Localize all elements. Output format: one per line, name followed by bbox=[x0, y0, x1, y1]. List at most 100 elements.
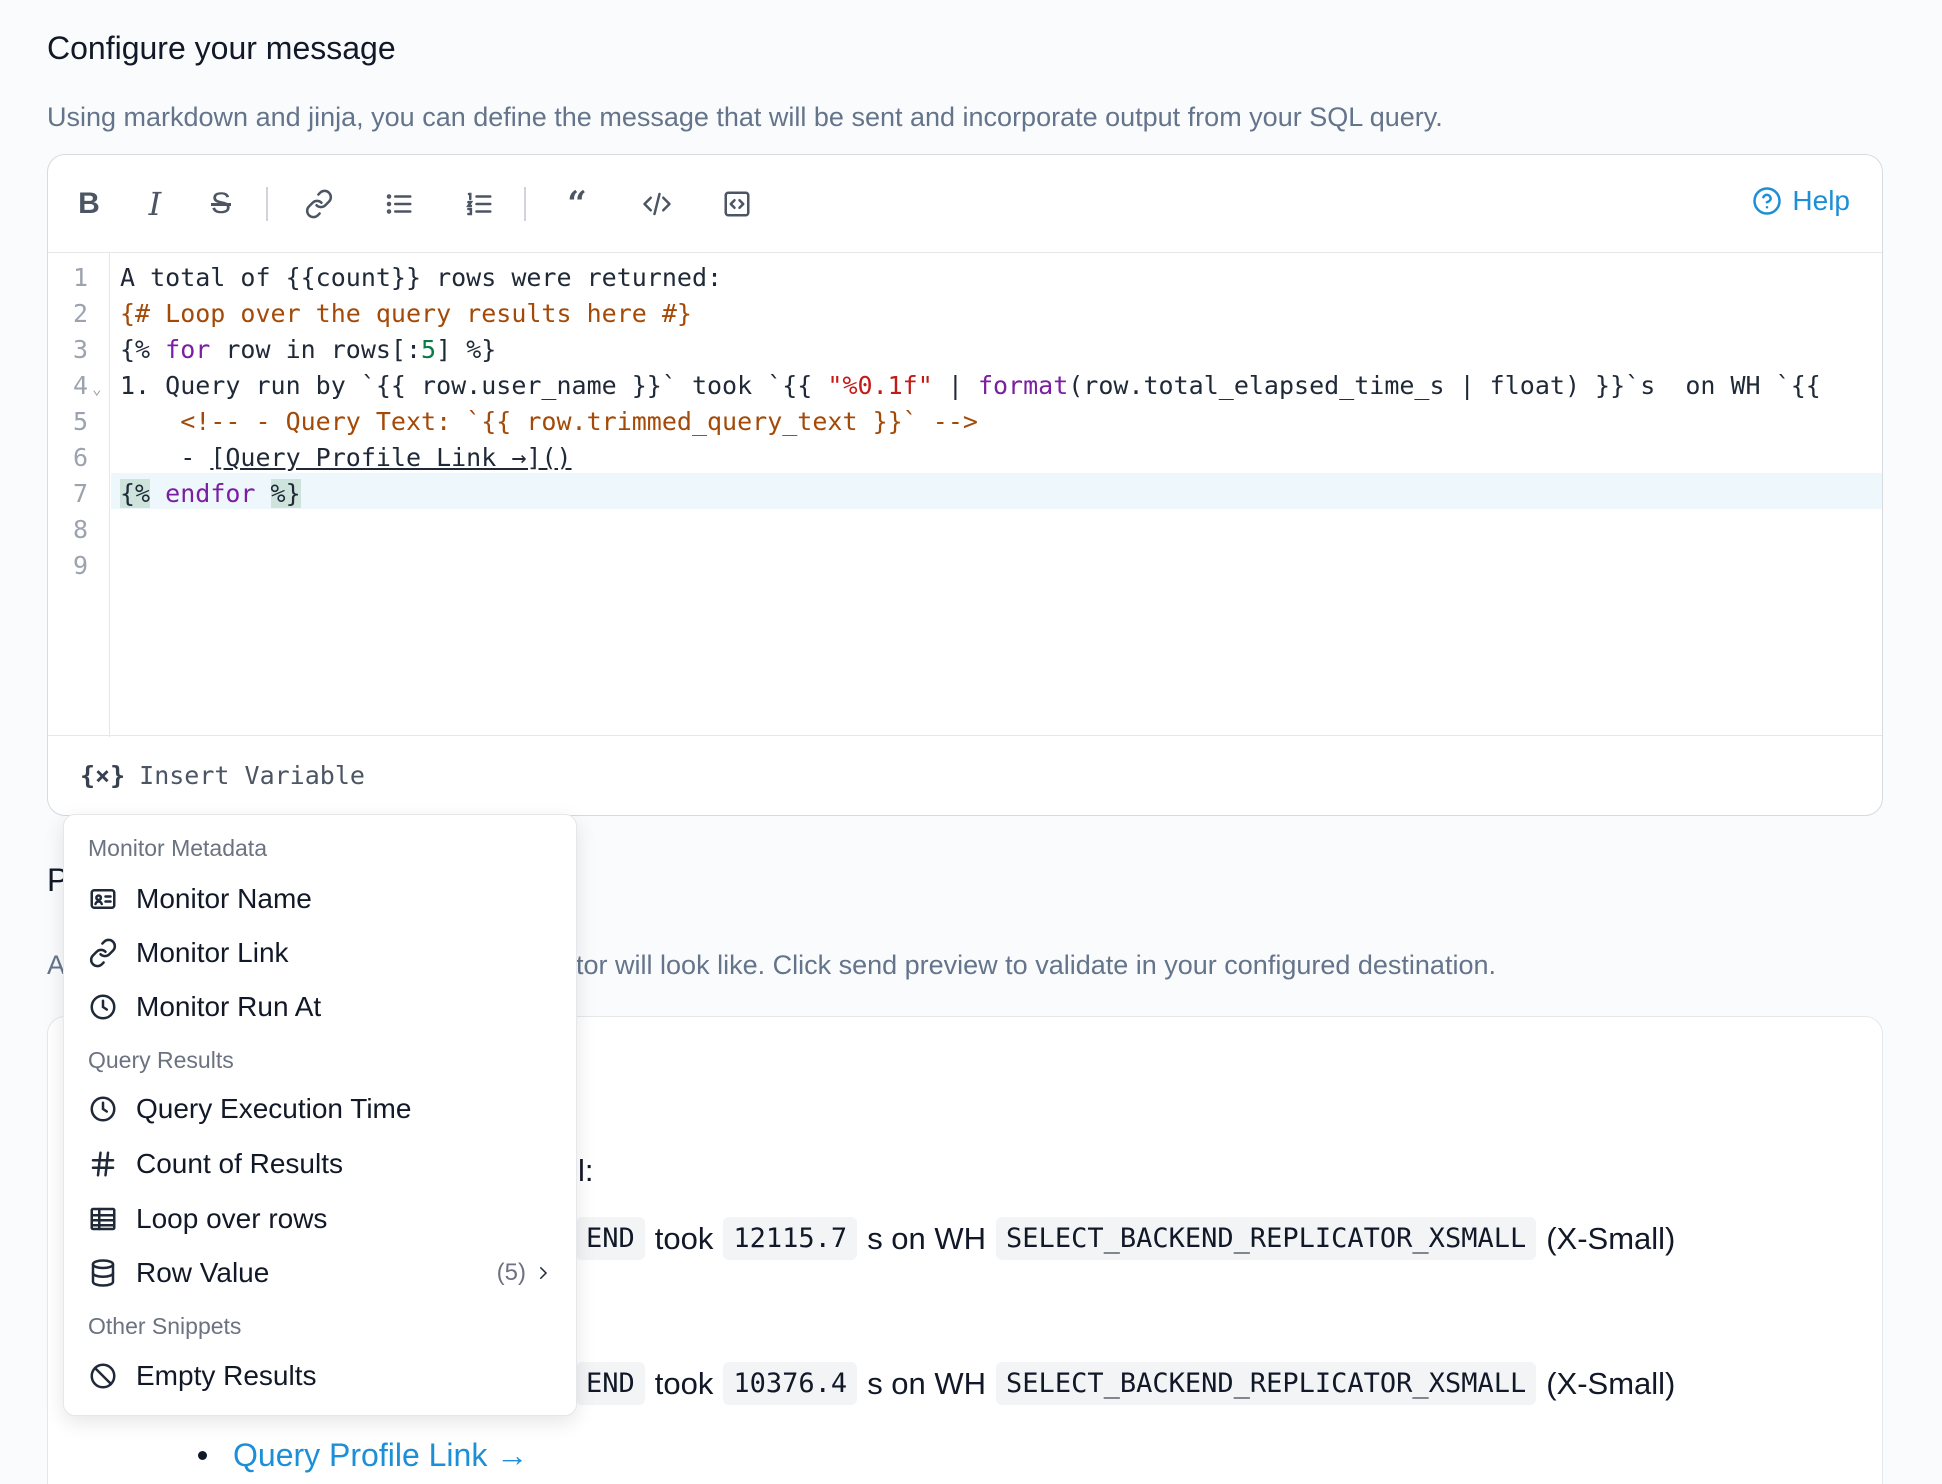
code-line: A total of {{count}} rows were returned: bbox=[120, 263, 723, 292]
code-line: {# Loop over the query results here #} bbox=[120, 299, 692, 328]
clock-icon bbox=[90, 994, 116, 1020]
line-number: 8 bbox=[72, 515, 88, 544]
preview-link-item: Query Profile Link → bbox=[198, 1437, 528, 1474]
strikethrough-icon: S bbox=[210, 187, 231, 220]
code-token: ] %} bbox=[436, 335, 497, 364]
code-editor[interactable]: 1 2 3 4 ⌄ 5 6 7 8 9 A total of {{count}}… bbox=[48, 253, 1882, 737]
code-block-button[interactable] bbox=[716, 183, 758, 225]
help-button[interactable]: Help bbox=[1752, 185, 1850, 217]
elapsed-time-chip: 12115.7 bbox=[723, 1217, 858, 1260]
preview-returned-text: l: bbox=[578, 1153, 594, 1188]
bold-button[interactable]: B bbox=[68, 183, 110, 225]
code-keyword: format bbox=[977, 371, 1069, 400]
code-token: | bbox=[932, 371, 978, 400]
clock-icon bbox=[90, 1096, 116, 1122]
message-editor: B I S “ Help 1 2 3 4 ⌄ 5 6 7 8 9 A total… bbox=[47, 154, 1883, 816]
line-number: 7 bbox=[72, 479, 88, 508]
menu-item-monitor-link[interactable]: Monitor Link bbox=[88, 929, 552, 977]
line-number: 1 bbox=[72, 263, 88, 292]
user-name-chip: END bbox=[576, 1217, 645, 1260]
code-token: (row.total_elapsed_time_s | float) }}`s … bbox=[1068, 371, 1821, 400]
menu-item-query-execution-time[interactable]: Query Execution Time bbox=[88, 1085, 552, 1133]
variable-icon: {×} bbox=[80, 761, 126, 790]
numbered-list-icon bbox=[466, 192, 492, 216]
line-number: 4 bbox=[72, 371, 88, 400]
query-profile-link[interactable]: Query Profile Link → bbox=[233, 1437, 528, 1474]
quote-button[interactable]: “ bbox=[556, 183, 598, 225]
hash-icon bbox=[91, 1151, 115, 1177]
warehouse-chip: SELECT_BACKEND_REPLICATOR_XSMALL bbox=[996, 1362, 1537, 1405]
page-title: Configure your message bbox=[47, 30, 396, 66]
menu-item-monitor-name[interactable]: Monitor Name bbox=[88, 875, 552, 923]
fold-chevron-icon[interactable]: ⌄ bbox=[92, 379, 102, 398]
bullet-icon bbox=[198, 1451, 207, 1460]
code-number: 5 bbox=[421, 335, 437, 364]
code-token: {% bbox=[120, 335, 166, 364]
menu-item-label: Count of Results bbox=[136, 1148, 343, 1179]
menu-item-monitor-run-at[interactable]: Monitor Run At bbox=[88, 983, 552, 1031]
active-line-highlight bbox=[111, 473, 1882, 509]
row-value-count: (5) bbox=[497, 1259, 552, 1287]
menu-item-label: Monitor Link bbox=[136, 937, 289, 968]
code-bracket: %} bbox=[270, 479, 301, 508]
menu-item-label: Empty Results bbox=[136, 1360, 317, 1391]
menu-item-label: Monitor Name bbox=[136, 883, 312, 914]
insert-variable-label: Insert Variable bbox=[139, 761, 365, 790]
warehouse-size-text: (X-Small) bbox=[1546, 1220, 1676, 1256]
code-line: - [Query Profile Link →]() bbox=[120, 443, 572, 472]
code-link: [Query Profile Link →]() bbox=[210, 443, 572, 472]
ban-icon bbox=[90, 1363, 116, 1389]
code-bracket: {% bbox=[120, 479, 151, 508]
link-icon bbox=[305, 189, 333, 219]
toolbar-divider bbox=[266, 187, 268, 221]
line-number: 2 bbox=[72, 299, 88, 328]
line-number: 5 bbox=[72, 407, 88, 436]
code-line: <!-- - Query Text: `{{ row.trimmed_query… bbox=[120, 407, 978, 436]
menu-item-count-of-results[interactable]: Count of Results bbox=[88, 1140, 552, 1188]
code-keyword: for bbox=[165, 335, 211, 364]
menu-item-row-value[interactable]: Row Value (5) bbox=[88, 1249, 552, 1297]
toolbar-divider bbox=[524, 187, 526, 221]
preview-row: END took 12115.7 s on WH SELECT_BACKEND_… bbox=[576, 1217, 1675, 1260]
numbered-list-button[interactable] bbox=[458, 183, 500, 225]
page-subtitle: Using markdown and jinja, you can define… bbox=[47, 102, 1443, 132]
italic-button[interactable]: I bbox=[134, 183, 176, 225]
italic-icon: I bbox=[148, 185, 162, 223]
code-block-icon bbox=[724, 191, 750, 217]
menu-item-label: Row Value bbox=[136, 1257, 270, 1288]
row-count-label: (5) bbox=[496, 1259, 526, 1286]
help-circle-icon bbox=[1753, 187, 1782, 215]
menu-item-loop-over-rows[interactable]: Loop over rows bbox=[88, 1195, 552, 1243]
preview-subtitle-text: nitor will look like. Click send preview… bbox=[555, 950, 1496, 980]
code-token: - bbox=[120, 443, 211, 472]
insert-variable-button[interactable]: {×} Insert Variable bbox=[48, 735, 1882, 815]
menu-group-monitor-metadata: Monitor Metadata bbox=[88, 835, 267, 861]
code-keyword: endfor bbox=[150, 479, 271, 508]
table-icon bbox=[90, 1207, 116, 1231]
code-string: "%0.1f" bbox=[827, 371, 933, 400]
menu-item-label: Monitor Run At bbox=[136, 991, 322, 1022]
link-icon bbox=[89, 938, 117, 968]
menu-item-label: Query Execution Time bbox=[136, 1093, 412, 1124]
menu-item-empty-results[interactable]: Empty Results bbox=[88, 1352, 552, 1400]
menu-item-label: Loop over rows bbox=[136, 1203, 328, 1234]
line-number-gutter: 1 2 3 4 ⌄ 5 6 7 8 9 bbox=[48, 253, 110, 737]
on-wh-text: s on WH bbox=[867, 1365, 987, 1401]
code-line: {% endfor %} bbox=[120, 479, 301, 508]
inline-code-button[interactable] bbox=[636, 183, 678, 225]
took-text: took bbox=[654, 1220, 714, 1256]
code-token: row in rows[: bbox=[210, 335, 422, 364]
user-name-chip: END bbox=[576, 1362, 645, 1405]
code-token: 1. Query run by `{{ row.user_name }}` to… bbox=[120, 371, 828, 400]
link-button[interactable] bbox=[298, 183, 340, 225]
line-number: 6 bbox=[72, 443, 88, 472]
warehouse-chip: SELECT_BACKEND_REPLICATOR_XSMALL bbox=[996, 1217, 1537, 1260]
code-line: 1. Query run by `{{ row.user_name }}` to… bbox=[120, 371, 1821, 400]
code-line: {% for row in rows[:5] %} bbox=[120, 335, 496, 364]
bullet-list-button[interactable] bbox=[378, 183, 420, 225]
chevron-right-icon bbox=[540, 1267, 548, 1279]
strikethrough-button[interactable]: S bbox=[200, 183, 242, 225]
help-label: Help bbox=[1792, 185, 1850, 216]
editor-toolbar: B I S “ Help bbox=[48, 155, 1882, 253]
id-card-icon bbox=[90, 889, 116, 909]
